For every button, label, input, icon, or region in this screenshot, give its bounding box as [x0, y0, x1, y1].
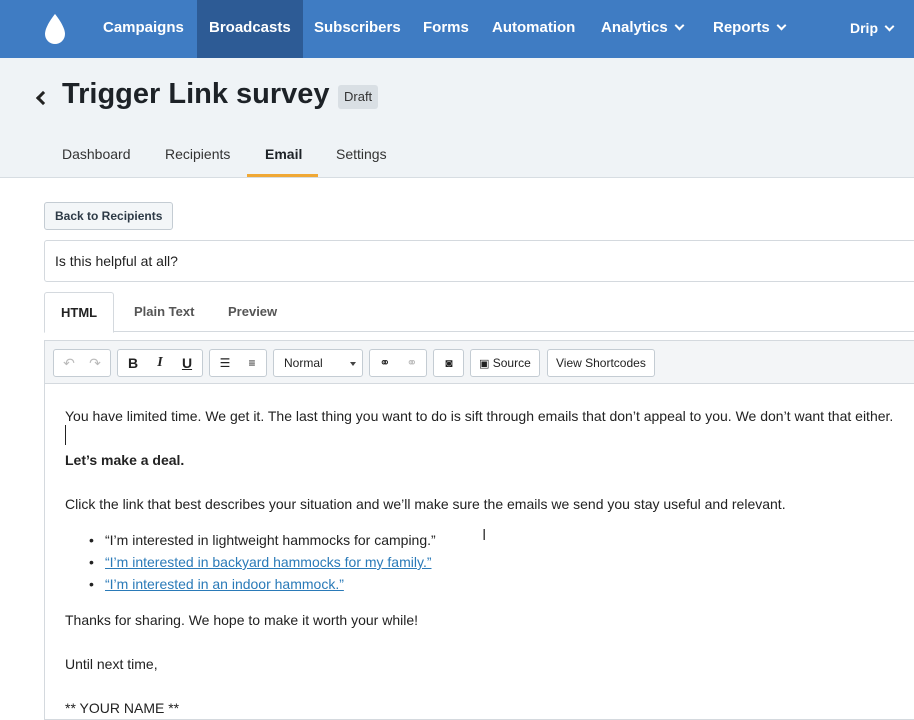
tab-dashboard[interactable]: Dashboard	[62, 146, 131, 162]
underline-icon[interactable]: U	[174, 350, 200, 376]
paragraph: ** YOUR NAME **	[65, 700, 180, 716]
redo-icon[interactable]: ↷	[82, 350, 108, 376]
paragraph: Click the link that best describes your …	[65, 496, 786, 512]
bullet-list-icon[interactable]: ☰	[212, 350, 238, 376]
account-name: Drip	[850, 20, 878, 36]
tab-preview[interactable]: Preview	[212, 292, 293, 332]
list-group: ☰ ≡	[209, 349, 267, 377]
nav-reports-label: Reports	[713, 19, 770, 36]
subject-input[interactable]: Is this helpful at all?	[44, 240, 914, 282]
link-group: ⚭ ⚭	[369, 349, 427, 377]
drip-logo-icon[interactable]	[40, 12, 70, 46]
source-icon: ▣	[479, 358, 490, 370]
source-button[interactable]: ▣ Source	[470, 349, 540, 377]
nav-analytics-label: Analytics	[601, 19, 668, 36]
undo-icon[interactable]: ↶	[56, 350, 82, 376]
source-label: Source	[492, 356, 531, 370]
paragraph: Until next time,	[65, 656, 158, 672]
numbered-list-icon[interactable]: ≡	[239, 350, 265, 376]
chevron-down-icon	[674, 20, 685, 31]
email-editor: ↶ ↷ B I U ☰ ≡ Normal ⚭ ⚭ ◙ ▣ Source View…	[44, 340, 914, 720]
view-shortcodes-button[interactable]: View Shortcodes	[547, 349, 655, 377]
tab-email[interactable]: Email	[265, 146, 302, 162]
tab-html[interactable]: HTML	[44, 292, 115, 333]
paragraph: Thanks for sharing. We hope to make it w…	[65, 612, 419, 628]
list-item: “I’m interested in lightweight hammocks …	[89, 532, 436, 548]
bold-icon[interactable]: B	[120, 350, 146, 376]
unlink-icon[interactable]: ⚭	[399, 350, 425, 376]
editor-tabs: HTML Plain Text Preview	[44, 292, 914, 333]
active-tab-indicator	[247, 174, 318, 177]
list-item-link[interactable]: “I’m interested in an indoor hammock.”	[89, 576, 344, 592]
image-group: ◙	[433, 349, 464, 377]
paragraph-bold: Let’s make a deal.	[65, 452, 185, 468]
tab-settings[interactable]: Settings	[336, 146, 387, 162]
nav-campaigns[interactable]: Campaigns	[91, 0, 196, 58]
nav-subscribers[interactable]: Subscribers	[302, 0, 413, 58]
caret-down-icon	[350, 362, 356, 366]
page-header: Trigger Link survey Draft Dashboard Reci…	[0, 58, 914, 178]
chevron-down-icon	[884, 21, 895, 32]
page-title: Trigger Link survey	[62, 78, 330, 110]
text-cursor	[65, 425, 66, 445]
account-menu[interactable]: Drip	[838, 0, 905, 58]
format-select[interactable]: Normal	[273, 349, 363, 377]
editor-toolbar: ↶ ↷ B I U ☰ ≡ Normal ⚭ ⚭ ◙ ▣ Source View…	[45, 341, 914, 384]
paragraph: You have limited time. We get it. The la…	[65, 408, 894, 424]
top-navigation: Campaigns Broadcasts Subscribers Forms A…	[0, 0, 914, 58]
text-style-group: B I U	[117, 349, 203, 377]
nav-forms[interactable]: Forms	[411, 0, 481, 58]
status-badge: Draft	[338, 85, 379, 109]
back-chevron-icon[interactable]	[35, 90, 51, 106]
nav-broadcasts[interactable]: Broadcasts	[197, 0, 303, 58]
list-item-link[interactable]: “I’m interested in backyard hammocks for…	[89, 554, 431, 570]
ibeam-cursor-icon: I	[482, 527, 487, 544]
camera-icon[interactable]: ◙	[436, 350, 462, 376]
history-group: ↶ ↷	[53, 349, 111, 377]
link-icon[interactable]: ⚭	[372, 350, 398, 376]
back-to-recipients-button[interactable]: Back to Recipients	[44, 202, 174, 230]
nav-reports[interactable]: Reports	[701, 0, 797, 58]
format-select-value: Normal	[284, 356, 323, 370]
nav-analytics[interactable]: Analytics	[589, 0, 695, 58]
chevron-down-icon	[776, 20, 787, 31]
tab-recipients[interactable]: Recipients	[165, 146, 230, 162]
italic-icon[interactable]: I	[147, 350, 173, 376]
nav-automation[interactable]: Automation	[480, 0, 587, 58]
tab-plain-text[interactable]: Plain Text	[118, 292, 210, 332]
